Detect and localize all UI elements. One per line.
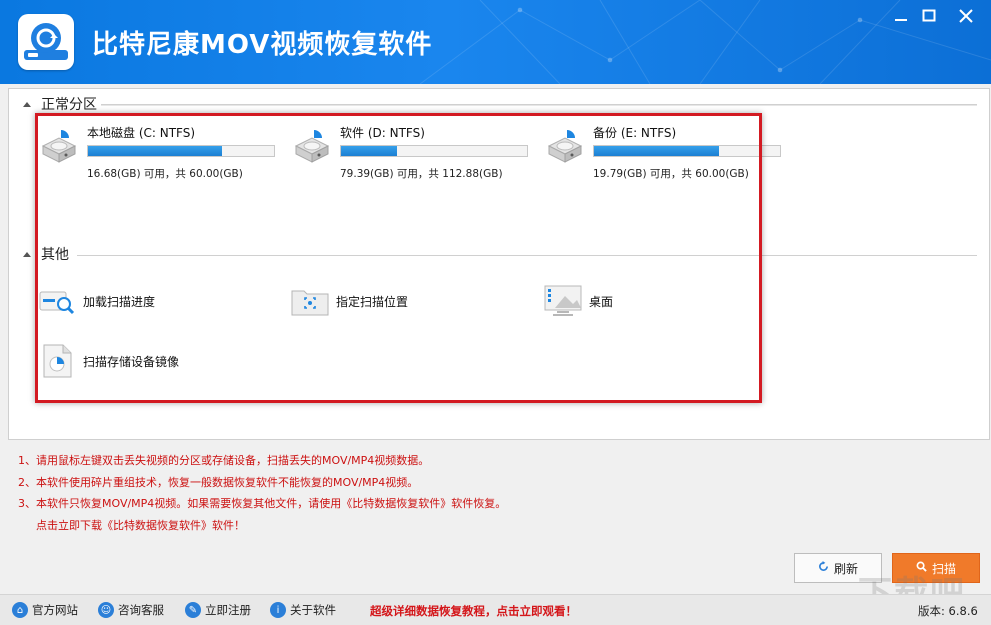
footer-item-label: 咨询客服 [118,603,164,617]
load-scan-progress-item[interactable]: 加载扫描进度 [37,283,155,319]
disk-image-icon [43,344,72,378]
info-icon: i [270,602,286,618]
scan-button-label: 扫描 [931,561,956,576]
close-button[interactable] [951,4,981,28]
footer-item-label: 立即注册 [205,603,251,617]
drive-name: 备份 (E: NTFS) [593,126,677,140]
load-progress-icon [39,291,75,315]
footer-customer-service[interactable]: ☺ 咨询客服 [98,601,164,619]
desktop-item[interactable]: 桌面 [543,283,613,319]
drive-size-text: 79.39(GB) 可用，共 112.88(GB) [340,168,503,180]
hard-drive-icon [547,130,583,163]
section-divider [77,255,977,256]
refresh-button[interactable]: 刷新 [794,553,882,583]
refresh-icon [818,561,829,575]
search-icon [916,561,927,575]
section-title-other: 其他 [41,247,69,263]
footer-item-label: 官方网站 [32,603,78,617]
chat-icon: ☺ [98,602,114,618]
scan-button[interactable]: 扫描 [892,553,980,583]
version-label: 版本: 6.8.6 [918,604,978,618]
note-line: 2、本软件使用碎片重组技术，恢复一般数据恢复软件不能恢复的MOV/MP4视频。 [18,475,419,489]
section-divider [101,104,977,106]
minimize-button[interactable] [886,4,916,28]
drive-name: 软件 (D: NTFS) [340,126,425,140]
download-link[interactable]: 点击立即下载《比特数据恢复软件》软件！ [18,515,506,537]
drive-usage-bar [340,145,528,157]
drive-usage-bar [593,145,781,157]
other-item-label: 加载扫描进度 [83,294,156,309]
footer-register[interactable]: ✎ 立即注册 [185,601,251,619]
drive-size-text: 19.79(GB) 可用，共 60.00(GB) [593,168,749,180]
hard-drive-icon [41,130,77,163]
section-header-other[interactable]: 其他 [23,245,69,263]
other-item-label: 桌面 [589,294,614,309]
other-item-label: 指定扫描位置 [336,294,409,309]
partition-panel: 正常分区 本地磁盘 (C: NTFS) 16.68(GB) 可用，共 60.00… [8,88,990,440]
desktop-icon [544,285,582,316]
drive-size-text: 16.68(GB) 可用，共 60.00(GB) [87,168,243,180]
footer-item-label: 关于软件 [290,603,336,617]
status-bar: ⌂ 官方网站 ☺ 咨询客服 ✎ 立即注册 i 关于软件 超级详细数据恢复教程，点… [0,594,991,625]
footer-official-website[interactable]: ⌂ 官方网站 [12,601,78,619]
drive-name: 本地磁盘 (C: NTFS) [87,126,196,140]
collapse-triangle-icon [23,101,31,107]
note-line: 3、本软件只恢复MOV/MP4视频。如果需要恢复其他文件，请使用《比特数据恢复软… [18,497,507,510]
other-item-label: 扫描存储设备镜像 [83,354,180,369]
drive-d[interactable]: 软件 (D: NTFS) 79.39(GB) 可用，共 112.88(GB) [292,124,532,184]
maximize-icon [922,9,936,22]
footer-about[interactable]: i 关于软件 [270,601,336,619]
tutorial-promo-link[interactable]: 超级详细数据恢复教程，点击立即观看！ [370,603,577,619]
maximize-button[interactable] [914,4,944,28]
close-icon [959,9,973,23]
register-icon: ✎ [185,602,201,618]
section-title-normal: 正常分区 [41,97,97,113]
minimize-icon [895,19,907,21]
drive-c[interactable]: 本地磁盘 (C: NTFS) 16.68(GB) 可用，共 60.00(GB) [39,124,279,184]
note-line: 1、请用鼠标左键双击丢失视频的分区或存储设备，扫描丢失的MOV/MP4视频数据。 [18,454,430,467]
title-bar: 比特尼康MOV视频恢复软件 [0,0,991,84]
app-title: 比特尼康MOV视频恢复软件 [92,30,433,60]
home-icon: ⌂ [12,602,28,618]
scan-disk-image-item[interactable]: 扫描存储设备镜像 [37,343,179,379]
refresh-button-label: 刷新 [833,561,858,576]
folder-target-icon [291,290,329,316]
drive-e[interactable]: 备份 (E: NTFS) 19.79(GB) 可用，共 60.00(GB) [545,124,785,184]
section-header-normal[interactable]: 正常分区 [23,95,97,113]
app-logo [18,14,74,70]
drive-usage-bar [87,145,275,157]
specify-scan-location-item[interactable]: 指定扫描位置 [290,283,408,319]
collapse-triangle-icon [23,251,31,257]
instruction-notes: 1、请用鼠标左键双击丢失视频的分区或存储设备，扫描丢失的MOV/MP4视频数据。… [18,450,506,536]
hard-drive-icon [294,130,330,163]
